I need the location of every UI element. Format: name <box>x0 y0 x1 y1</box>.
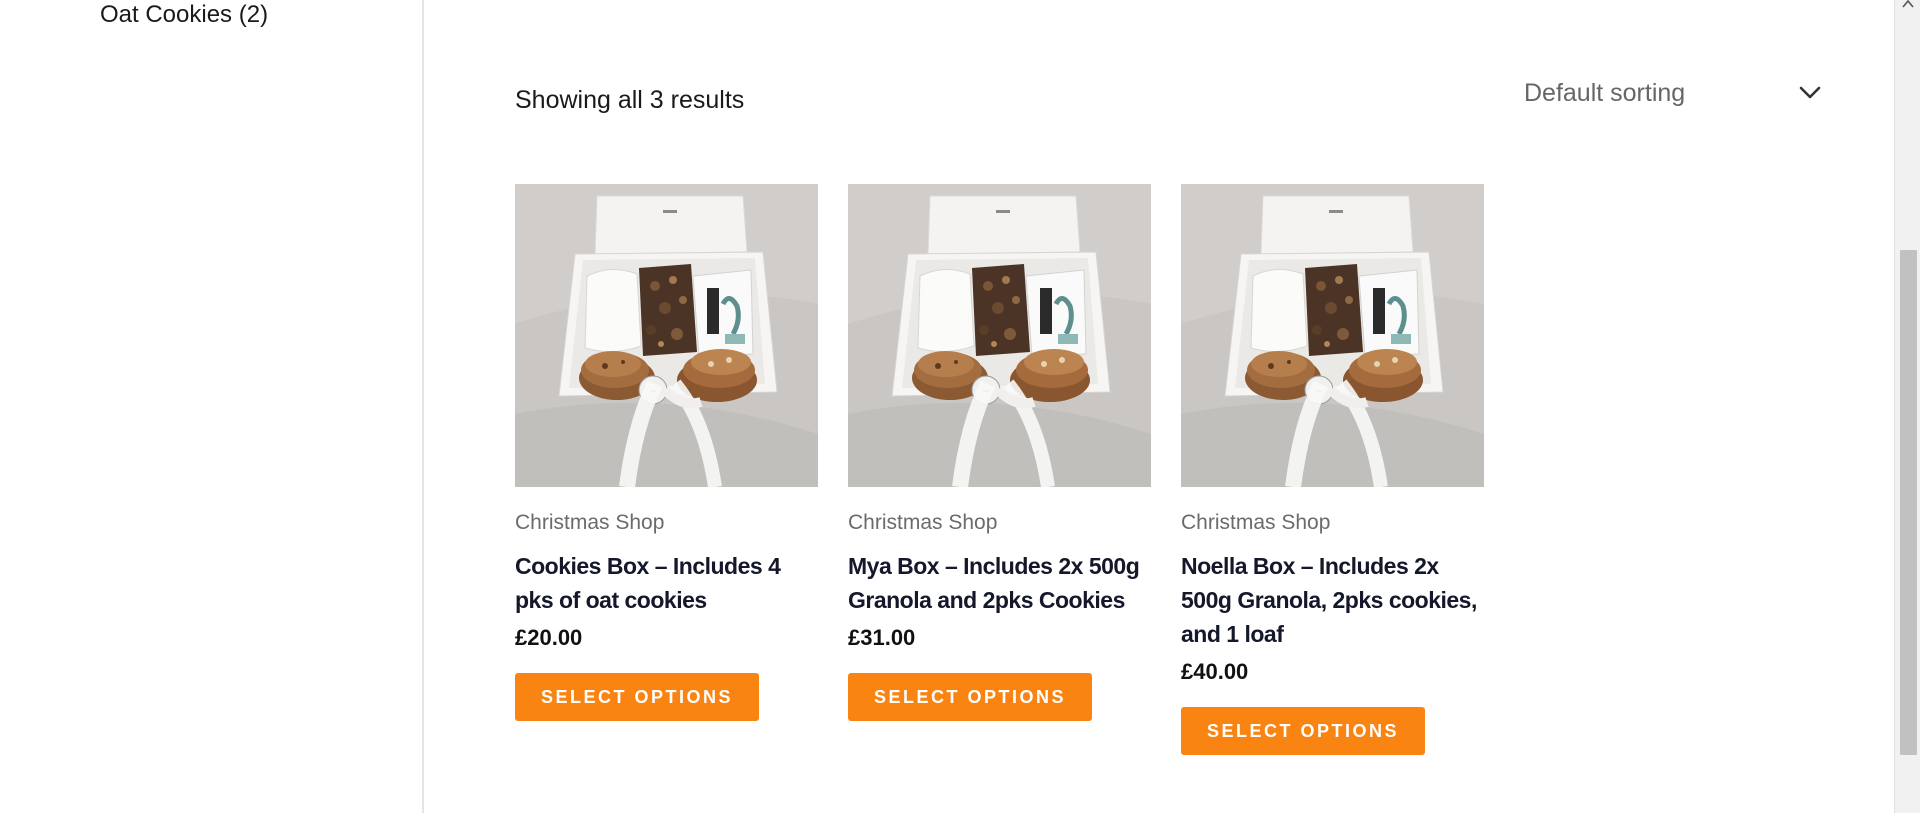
product-image[interactable] <box>848 184 1151 487</box>
product-title[interactable]: Mya Box – Includes 2x 500g Granola and 2… <box>848 549 1151 617</box>
product-price: £40.00 <box>1181 659 1249 684</box>
product-image[interactable] <box>1181 184 1484 487</box>
product-category: Christmas Shop <box>515 511 665 534</box>
chevron-down-icon <box>1796 79 1824 107</box>
select-options-button[interactable]: SELECT OPTIONS <box>848 673 1092 721</box>
page: Oat Cookies (2) Showing all 3 results De… <box>0 0 1920 813</box>
product-title[interactable]: Cookies Box – Includes 4 pks of oat cook… <box>515 549 818 617</box>
product-card: Christmas Shop Cookies Box – Includes 4 … <box>515 184 818 721</box>
product-category: Christmas Shop <box>848 511 998 534</box>
result-count: Showing all 3 results <box>515 86 745 114</box>
select-options-button[interactable]: SELECT OPTIONS <box>1181 707 1425 755</box>
sidebar-category-oat-cookies[interactable]: Oat Cookies (2) <box>100 0 268 30</box>
product-price: £20.00 <box>515 625 583 650</box>
product-card: Christmas Shop Mya Box – Includes 2x 500… <box>848 184 1151 721</box>
product-category: Christmas Shop <box>1181 511 1331 534</box>
sort-dropdown[interactable]: Default sorting <box>1524 73 1824 113</box>
product-title[interactable]: Noella Box – Includes 2x 500g Granola, 2… <box>1181 549 1484 651</box>
product-listing: Showing all 3 results Default sorting Ch… <box>426 0 1894 813</box>
product-price: £31.00 <box>848 625 916 650</box>
scrollbar[interactable] <box>1894 0 1920 813</box>
sidebar: Oat Cookies (2) <box>0 0 424 813</box>
scrollbar-thumb[interactable] <box>1900 250 1917 755</box>
select-options-button[interactable]: SELECT OPTIONS <box>515 673 759 721</box>
sort-selected-label: Default sorting <box>1524 78 1686 107</box>
product-card: Christmas Shop Noella Box – Includes 2x … <box>1181 184 1484 755</box>
product-image[interactable] <box>515 184 818 487</box>
scroll-up-arrow-icon[interactable] <box>1895 0 1920 14</box>
